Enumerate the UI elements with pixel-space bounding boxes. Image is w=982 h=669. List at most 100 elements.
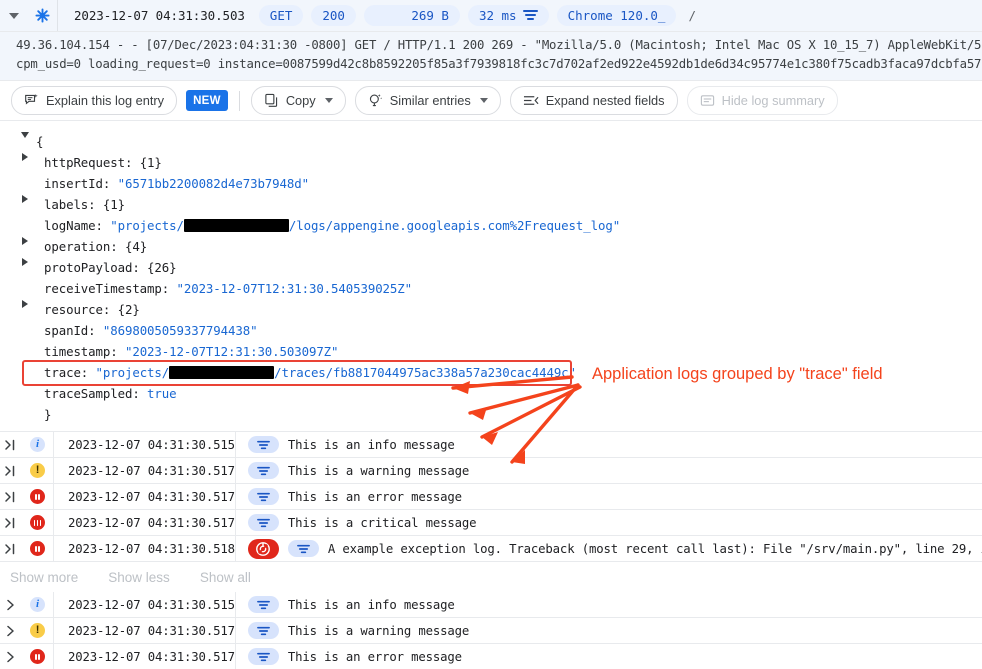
chevron-down-icon (325, 98, 333, 103)
json-value: "2023-12-07T12:31:30.503097Z" (125, 344, 338, 359)
json-key: trace: (44, 365, 96, 380)
chip-user-agent[interactable]: Chrome 120.0_ (557, 5, 677, 26)
similar-entries-button[interactable]: Similar entries (355, 86, 501, 115)
hide-log-summary-button[interactable]: Hide log summary (687, 86, 838, 115)
log-row-timestamp: 2023-12-07 04:31:30.517 (54, 458, 236, 483)
explain-log-entry-button[interactable]: Explain this log entry (11, 86, 177, 115)
json-field-content: traceSampled: true (36, 383, 177, 404)
json-key: httpRequest: (44, 155, 140, 170)
json-field-content: logName: "projects//logs/appengine.googl… (36, 215, 620, 236)
show-less-link[interactable]: Show less (108, 570, 170, 585)
expand-right-bar-icon[interactable] (0, 490, 22, 504)
json-field-operation[interactable]: operation: {4} (14, 236, 982, 257)
log-entry-header-row[interactable]: 2023-12-07 04:31:30.503 GET 200 269 B 32… (0, 0, 982, 32)
severity-cell: i (22, 432, 54, 457)
json-open-brace: { (36, 131, 43, 152)
expand-field-toggle[interactable] (14, 152, 36, 161)
log-row-message-cell: This is an info message (236, 596, 455, 613)
chevron-right-icon[interactable] (0, 650, 22, 664)
bars (35, 546, 40, 552)
chip-latency[interactable]: 32 ms (468, 5, 549, 26)
log-row-message-cell: This is a warning message (236, 462, 469, 479)
severity-cell: i (22, 592, 54, 617)
json-key: insertId: (44, 176, 118, 191)
copy-button[interactable]: Copy (251, 86, 346, 115)
chip-http-method[interactable]: GET (259, 5, 304, 26)
json-value: {26} (147, 260, 176, 275)
json-root-row[interactable]: { (14, 131, 982, 152)
show-more-link[interactable]: Show more (10, 570, 78, 585)
grouped-log-rows: i2023-12-07 04:31:30.515This is an info … (0, 431, 982, 562)
show-all-link[interactable]: Show all (200, 570, 251, 585)
log-row-message: This is an info message (288, 438, 455, 452)
json-field-content: resource: {2} (36, 299, 140, 320)
json-value: "8698005059337794438" (103, 323, 258, 338)
error-reporting-icon[interactable] (248, 539, 279, 559)
default-severity-icon (35, 8, 50, 23)
chevron-right-icon[interactable] (0, 598, 22, 612)
json-key: traceSampled: (44, 386, 147, 401)
error-icon (30, 541, 45, 556)
expand-field-toggle[interactable] (14, 299, 36, 308)
bottom-log-rows: i2023-12-07 04:31:30.515This is an info … (0, 592, 982, 669)
json-value: {2} (118, 302, 140, 317)
log-row-message-cell: This is an error message (236, 648, 462, 665)
json-key: spanId: (44, 323, 103, 338)
log-summary-icon (248, 622, 279, 639)
show-controls: Show more Show less Show all (0, 562, 982, 592)
log-row-timestamp: 2023-12-07 04:31:30.517 (54, 618, 236, 643)
json-field-httpRequest[interactable]: httpRequest: {1} (14, 152, 982, 173)
info-icon: i (30, 437, 45, 452)
explain-log-entry-label: Explain this log entry (46, 93, 164, 108)
chevron-down-icon (21, 132, 29, 138)
chevron-right-icon[interactable] (0, 624, 22, 638)
log-summary-icon (248, 462, 279, 479)
json-value-suffix: /traces/fb8817044975ac338a57a230cac4449c… (274, 365, 576, 380)
chip-http-status[interactable]: 200 (311, 5, 356, 26)
spacer (14, 215, 36, 216)
log-row-message-cell: This is a warning message (236, 622, 469, 639)
log-summary-icon (248, 436, 279, 453)
latency-label: 32 ms (479, 8, 517, 23)
log-row-message: This is a warning message (288, 464, 469, 478)
log-row[interactable]: 2023-12-07 04:31:30.517This is an error … (0, 484, 982, 510)
spacer (14, 383, 36, 384)
log-row[interactable]: !2023-12-07 04:31:30.517This is a warnin… (0, 458, 982, 484)
expand-right-bar-icon[interactable] (0, 516, 22, 530)
severity-cell (22, 644, 54, 669)
json-field-content: labels: {1} (36, 194, 125, 215)
json-value: "projects/ (110, 218, 184, 233)
spacer (14, 341, 36, 342)
log-row[interactable]: !2023-12-07 04:31:30.517 This is a warnin… (0, 618, 982, 644)
copy-icon (264, 93, 279, 108)
new-badge: NEW (186, 90, 228, 111)
json-field-logName: logName: "projects//logs/appengine.googl… (14, 215, 982, 236)
log-row[interactable]: 2023-12-07 04:31:30.517This is a critica… (0, 510, 982, 536)
json-field-content: spanId: "8698005059337794438" (36, 320, 257, 341)
log-row[interactable]: i2023-12-07 04:31:30.515This is an info … (0, 592, 982, 618)
expand-field-toggle[interactable] (14, 194, 36, 203)
json-value: {1} (103, 197, 125, 212)
expand-nested-fields-button[interactable]: Expand nested fields (510, 86, 678, 115)
json-field-content: insertId: "6571bb2200082d4e73b7948d" (36, 173, 309, 194)
json-field-traceSampled: traceSampled: true (14, 383, 982, 404)
expand-field-toggle[interactable] (14, 257, 36, 266)
log-row[interactable]: i2023-12-07 04:31:30.515This is an info … (0, 432, 982, 458)
json-key: protoPayload: (44, 260, 147, 275)
log-row-message: This is a warning message (288, 624, 469, 638)
log-row[interactable]: 2023-12-07 04:31:30.518A example excepti… (0, 536, 982, 562)
log-row[interactable]: 2023-12-07 04:31:30.517This is an error … (0, 644, 982, 669)
chip-response-size[interactable]: 269 B (364, 5, 460, 26)
expand-field-toggle[interactable] (14, 236, 36, 245)
expand-right-bar-icon[interactable] (0, 438, 22, 452)
collapse-root-toggle[interactable] (14, 131, 36, 138)
chevron-down-icon (9, 13, 19, 19)
expand-right-bar-icon[interactable] (0, 542, 22, 556)
json-field-labels[interactable]: labels: {1} (14, 194, 982, 215)
expand-right-bar-icon[interactable] (0, 464, 22, 478)
collapse-entry-toggle[interactable] (0, 0, 27, 31)
json-field-protoPayload[interactable]: protoPayload: {26} (14, 257, 982, 278)
severity-cell: ! (22, 618, 54, 643)
json-field-resource[interactable]: resource: {2} (14, 299, 982, 320)
bars (35, 494, 40, 500)
